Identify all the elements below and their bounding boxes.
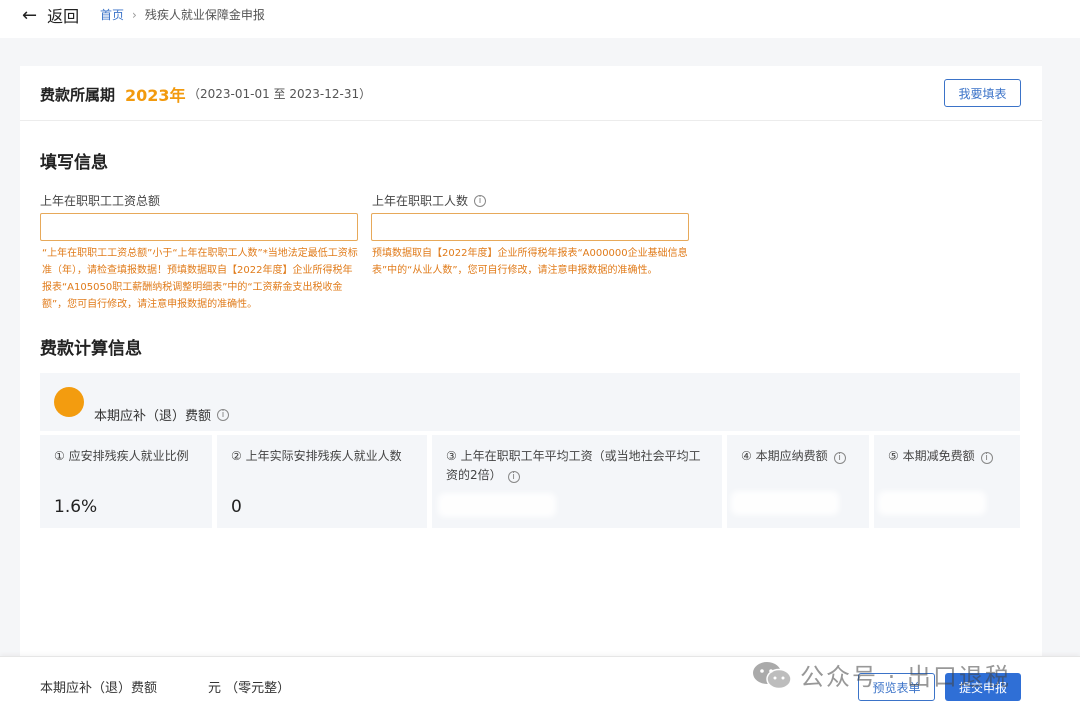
info-icon[interactable]: i	[980, 452, 993, 464]
cell-label: ④ 本期应纳费额 i	[741, 447, 846, 466]
info-icon[interactable]: i	[217, 408, 230, 421]
chevron-right-icon: ›	[132, 8, 137, 22]
cell-label: ③ 上年在职职工年平均工资（或当地社会平均工资的2倍） i	[446, 447, 712, 485]
info-icon[interactable]: i	[833, 452, 846, 464]
cell-label-text: ③ 上年在职职工年平均工资（或当地社会平均工资的2倍）	[446, 449, 701, 482]
wage-total-label: 上年在职职工工资总额	[40, 192, 160, 209]
fill-form-button[interactable]: 我要填表	[944, 79, 1021, 107]
cell-label-text: ④ 本期应纳费额	[741, 449, 828, 463]
top-bar: ← 返回 首页 › 残疾人就业保障金申报	[0, 0, 1080, 38]
back-label: 返回	[47, 7, 80, 26]
cell-label: ① 应安排残疾人就业比例	[54, 449, 189, 463]
calc-cell-exempt: ⑤ 本期减免费额 i	[874, 435, 1020, 528]
period-header: 费款所属期 2023年 （2023-01-01 至 2023-12-31） 我要…	[20, 66, 1042, 121]
cell-label-text: ⑤ 本期减免费额	[888, 449, 975, 463]
calc-header: 本期应补（退）费额 i	[40, 373, 1020, 431]
back-button[interactable]: ← 返回	[22, 3, 79, 27]
fill-info-title: 填写信息	[40, 153, 108, 173]
period-label: 费款所属期	[40, 86, 116, 104]
wage-total-input[interactable]	[40, 213, 358, 241]
wage-total-label-text: 上年在职职工工资总额	[40, 194, 161, 208]
calc-subtitle: 本期应补（退）费额 i	[94, 405, 230, 424]
cell-value: 1.6%	[54, 497, 98, 517]
preview-form-button[interactable]: 预览表单	[858, 673, 935, 701]
calc-info-title: 费款计算信息	[40, 339, 142, 359]
info-icon[interactable]: i	[507, 471, 520, 483]
cell-value: 0	[231, 497, 242, 517]
redacted-value	[442, 497, 552, 513]
breadcrumb-current: 残疾人就业保障金申报	[144, 8, 265, 22]
cell-label: ② 上年实际安排残疾人就业人数	[231, 449, 402, 463]
headcount-label-text: 上年在职职工人数	[372, 194, 469, 208]
calc-cell-ratio: ① 应安排残疾人就业比例 1.6%	[40, 435, 212, 528]
submit-button[interactable]: 提交申报	[945, 673, 1021, 701]
footer-label: 本期应补（退）费额	[40, 681, 158, 696]
arrow-left-icon: ←	[22, 4, 38, 26]
info-icon[interactable]: i	[474, 194, 487, 207]
headcount-hint: 预填数据取自【2022年度】企业所得税年报表“A000000企业基础信息表”中的…	[372, 248, 688, 276]
calc-cell-disabled-count: ② 上年实际安排残疾人就业人数 0	[217, 435, 427, 528]
calc-cell-avg-wage: ③ 上年在职职工年平均工资（或当地社会平均工资的2倍） i	[432, 435, 722, 528]
calc-panel: 本期应补（退）费额 i ① 应安排残疾人就业比例 1.6% ② 上年实际安排残疾…	[40, 373, 1020, 528]
redacted-value	[882, 495, 982, 511]
footer-amount: 元 （零元整）	[208, 681, 291, 696]
headcount-input[interactable]	[371, 213, 689, 241]
main-card: 费款所属期 2023年 （2023-01-01 至 2023-12-31） 我要…	[20, 66, 1042, 666]
status-dot-icon	[54, 387, 84, 417]
wage-total-hint: “上年在职职工工资总额”小于“上年在职职工人数”*当地法定最低工资标准（年），请…	[42, 248, 358, 310]
headcount-label: 上年在职职工人数 i	[372, 192, 487, 209]
period-range: （2023-01-01 至 2023-12-31）	[188, 87, 372, 101]
period-year: 2023年	[125, 86, 186, 105]
calc-cell-payable: ④ 本期应纳费额 i	[727, 435, 869, 528]
footer-bar: 本期应补（退）费额 元 （零元整） 预览表单 提交申报	[0, 656, 1080, 717]
breadcrumb: 首页 › 残疾人就业保障金申报	[100, 6, 265, 23]
breadcrumb-home[interactable]: 首页	[100, 8, 124, 22]
redacted-value	[735, 495, 835, 511]
cell-label: ⑤ 本期减免费额 i	[888, 447, 993, 466]
calc-subtitle-text: 本期应补（退）费额	[94, 409, 212, 424]
